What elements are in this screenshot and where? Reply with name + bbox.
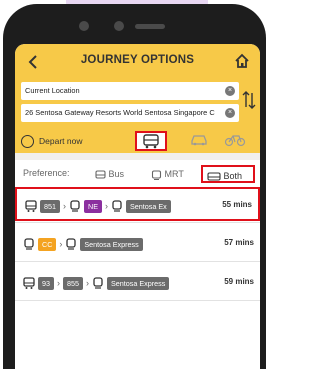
route-duration: 57 mins xyxy=(224,238,254,247)
destination-value: 26 Sentosa Gateway Resorts World Sentosa… xyxy=(25,108,215,117)
train-icon xyxy=(93,277,103,289)
clock-icon xyxy=(21,135,34,148)
mode-tab-car[interactable] xyxy=(185,131,217,151)
speaker-slit xyxy=(135,24,165,29)
destination-field[interactable]: 26 Sentosa Gateway Resorts World Sentosa… xyxy=(21,104,239,122)
route-divider xyxy=(15,261,260,262)
monorail-tag: Sentosa Express xyxy=(80,237,143,251)
phone-frame: JOURNEY OPTIONS Current Location × 26 Se… xyxy=(3,4,266,369)
phone-notch xyxy=(69,12,199,38)
origin-value: Current Location xyxy=(25,86,80,95)
car-icon xyxy=(191,135,207,146)
page-title: JOURNEY OPTIONS xyxy=(80,54,195,66)
header: JOURNEY OPTIONS Current Location × 26 Se… xyxy=(15,44,260,160)
bus-number-tag: 855 xyxy=(63,276,83,290)
empty-list-area xyxy=(15,349,260,369)
train-icon xyxy=(70,200,80,212)
chevron-right-icon: › xyxy=(59,238,63,249)
route-duration: 59 mins xyxy=(224,277,254,286)
preference-both[interactable]: Both xyxy=(201,165,255,183)
route-legs: 93 › 855 › Sentosa Express xyxy=(23,266,170,300)
route-option-3[interactable]: 93 › 855 › Sentosa Express 59 mins xyxy=(15,266,260,300)
header-separator xyxy=(15,153,260,160)
train-icon xyxy=(24,238,34,250)
bus-number-tag: 93 xyxy=(38,276,54,290)
preference-bus-label: Bus xyxy=(108,169,125,179)
mrt-line-tag: NE xyxy=(84,199,102,213)
app-page: JOURNEY OPTIONS Current Location × 26 Se… xyxy=(0,0,269,369)
bus-train-icon xyxy=(143,134,159,149)
route-legs: 851 › NE › Sentosa Ex xyxy=(25,189,171,223)
train-icon xyxy=(151,170,162,180)
bike-icon xyxy=(224,135,246,147)
home-icon xyxy=(235,53,249,68)
clear-origin-icon[interactable]: × xyxy=(225,86,235,96)
preference-label: Preference: xyxy=(23,168,70,178)
monorail-tag: Sentosa Ex xyxy=(126,199,171,213)
mode-tab-transit[interactable] xyxy=(135,131,167,151)
route-option-1[interactable]: 851 › NE › Sentosa Ex 55 mins xyxy=(15,187,260,221)
home-button[interactable] xyxy=(234,53,250,69)
chevron-right-icon: › xyxy=(105,200,108,211)
chevron-right-icon: › xyxy=(57,277,60,288)
camera-dot xyxy=(79,21,89,31)
preference-bus[interactable]: Bus xyxy=(95,165,135,183)
route-divider xyxy=(15,300,260,301)
origin-field[interactable]: Current Location × xyxy=(21,82,239,100)
route-duration: 55 mins xyxy=(222,200,252,209)
preference-both-label: Both xyxy=(223,171,243,181)
bus-icon xyxy=(95,170,106,179)
clear-destination-icon[interactable]: × xyxy=(225,108,235,118)
chevron-right-icon: › xyxy=(63,200,66,211)
mrt-line-tag: CC xyxy=(38,237,57,251)
bus-icon xyxy=(25,200,37,212)
route-divider xyxy=(15,222,260,223)
preference-mrt[interactable]: MRT xyxy=(151,165,191,183)
route-option-2[interactable]: CC › Sentosa Express 57 mins xyxy=(15,227,260,261)
screen: JOURNEY OPTIONS Current Location × 26 Se… xyxy=(15,44,260,369)
bus-icon xyxy=(23,277,35,289)
bus-number-tag: 851 xyxy=(40,199,60,213)
train-icon xyxy=(112,200,122,212)
bus-train-icon xyxy=(207,172,221,181)
preference-mrt-label: MRT xyxy=(164,169,184,179)
mode-tab-bike[interactable] xyxy=(221,131,253,151)
depart-label: Depart now xyxy=(39,136,83,146)
route-legs: CC › Sentosa Express xyxy=(23,227,143,261)
preference-row: Preference: Bus MRT Both xyxy=(15,160,260,188)
train-icon xyxy=(66,238,77,250)
depart-now-button[interactable]: Depart now xyxy=(21,134,101,152)
swap-button[interactable] xyxy=(242,89,256,111)
monorail-tag: Sentosa Express xyxy=(107,276,170,290)
sensor-dot xyxy=(114,21,124,31)
chevron-right-icon: › xyxy=(86,277,89,288)
swap-icon xyxy=(242,91,256,109)
